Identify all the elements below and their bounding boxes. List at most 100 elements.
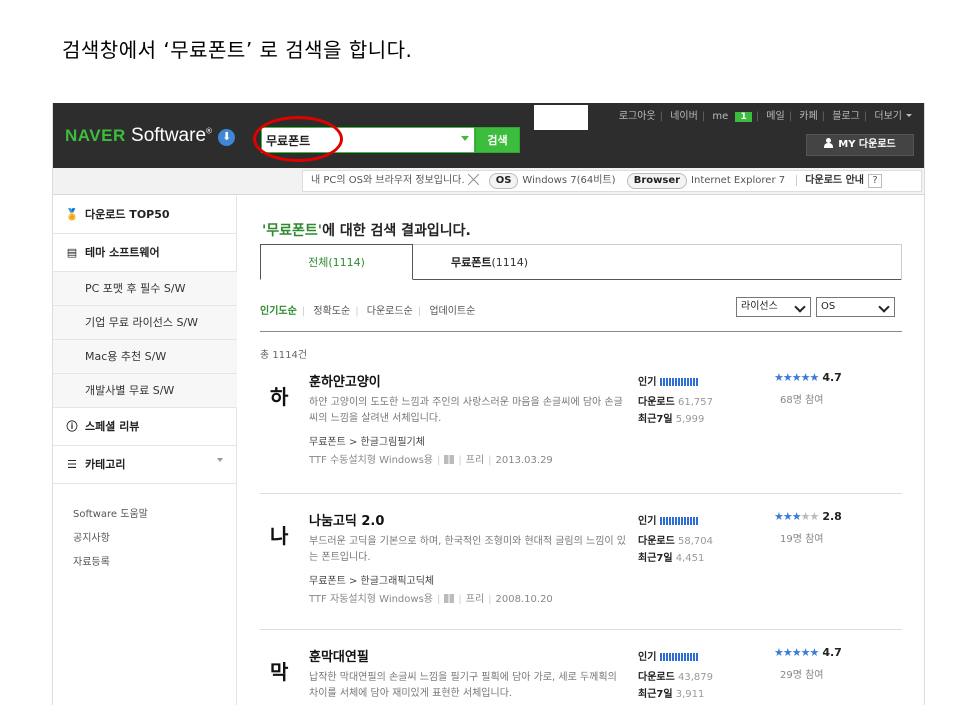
font-preview-glyph: 나 bbox=[270, 524, 289, 548]
chevron-down-icon bbox=[217, 458, 223, 462]
autocomplete-toggle-icon[interactable] bbox=[461, 136, 469, 141]
download-guide-link[interactable]: 다운로드 안내 bbox=[796, 175, 864, 186]
chevron-down-icon bbox=[796, 303, 806, 311]
rating-count: 29명 참여 bbox=[780, 670, 824, 681]
sidebar-subitem-mac[interactable]: Mac용 추천 S/W bbox=[53, 340, 237, 374]
popularity-label: 인기 bbox=[638, 516, 657, 527]
item-category[interactable]: 무료폰트 > 한글그림필기체 bbox=[309, 433, 425, 448]
sidebar-item-label: 다운로드 TOP50 bbox=[85, 208, 170, 221]
recent-label: 최근7일 bbox=[638, 553, 673, 564]
sort-options: 인기도순 | 정확도순 | 다운로드순 | 업데이트순 bbox=[260, 306, 476, 317]
redaction-patch bbox=[534, 105, 588, 130]
tab-all[interactable]: 전체(1114) bbox=[260, 244, 413, 280]
tab-free-font[interactable]: 무료폰트(1114) bbox=[413, 244, 902, 280]
popularity-bar bbox=[660, 517, 699, 525]
item-title[interactable]: 나눔고딕 2.0 bbox=[309, 510, 384, 529]
highlight-circle-annotation bbox=[253, 116, 343, 162]
item-description: 하얀 고양이의 도도한 느낌과 주인의 사랑스러운 마음을 손글씨에 담아 손글… bbox=[309, 397, 623, 424]
close-icon[interactable] bbox=[468, 173, 480, 185]
result-title-text: 에 대한 검색 결과입니다. bbox=[322, 223, 471, 239]
sidebar-subitem-developer[interactable]: 개발사별 무료 S/W bbox=[53, 374, 237, 408]
os-filter-select[interactable]: OS bbox=[816, 297, 895, 317]
help-button[interactable]: ? bbox=[867, 174, 882, 188]
my-download-button[interactable]: MY 다운로드 bbox=[806, 134, 914, 156]
download-label: 다운로드 bbox=[638, 397, 675, 408]
license-type: 프리 bbox=[465, 455, 485, 466]
sidebar: 🏅 다운로드 TOP50 ▤ 테마 소프트웨어 PC 포맷 후 필수 S/W 기업 … bbox=[53, 196, 237, 705]
logout-link[interactable]: 로그아웃 bbox=[619, 111, 656, 122]
star-rating-icon: ★★★★★ bbox=[774, 371, 819, 384]
download-count: 43,879 bbox=[678, 672, 713, 683]
sidebar-link-notice[interactable]: 공지사항 bbox=[73, 529, 110, 544]
star-rating-icon: ★★★★★ bbox=[774, 646, 819, 659]
sidebar-link-submit[interactable]: 자료등록 bbox=[73, 553, 110, 568]
sort-updated[interactable]: 업데이트순 bbox=[429, 306, 475, 317]
system-info-notice: 내 PC의 OS와 브라우저 정보입니다. bbox=[311, 175, 465, 186]
font-preview-glyph: 막 bbox=[270, 660, 289, 684]
popularity-stat: 인기 bbox=[638, 512, 699, 527]
popularity-label: 인기 bbox=[638, 377, 657, 388]
result-keyword: '무료폰트' bbox=[262, 223, 323, 239]
sidebar-item-category[interactable]: ☰ 카테고리 bbox=[53, 446, 237, 484]
sidebar-subitem-pc-format[interactable]: PC 포맷 후 필수 S/W bbox=[53, 272, 237, 306]
license-filter-select[interactable]: 라이선스 bbox=[736, 297, 811, 317]
me-count-badge: 1 bbox=[735, 112, 752, 122]
tab-count: (1114) bbox=[491, 256, 529, 269]
rating-score: 4.7 bbox=[822, 646, 842, 659]
download-stat: 다운로드 61,757 bbox=[638, 393, 713, 408]
rating-count: 19명 참여 bbox=[780, 534, 824, 545]
slide-caption: 검색창에서 ‘무료폰트’ 로 검색을 합니다. bbox=[62, 38, 413, 62]
browser-page: NAVER Software® ⬇ 검색 로그아웃| 네이버| me 1| 메일… bbox=[52, 103, 925, 705]
download-count: 58,704 bbox=[678, 536, 713, 547]
install-type: TTF 수동설치형 Windows용 bbox=[309, 455, 433, 466]
sidebar-item-top50[interactable]: 🏅 다운로드 TOP50 bbox=[53, 196, 237, 234]
sidebar-subitem-enterprise[interactable]: 기업 무료 라이선스 S/W bbox=[53, 306, 237, 340]
divider bbox=[260, 331, 902, 332]
recent-count: 3,911 bbox=[675, 689, 705, 700]
recent-count: 5,999 bbox=[675, 414, 705, 425]
blog-link[interactable]: 블로그 bbox=[832, 111, 860, 122]
os-label: OS bbox=[488, 173, 519, 189]
windows-icon bbox=[444, 455, 455, 464]
sidebar-item-label: 카테고리 bbox=[85, 458, 126, 471]
sidebar-item-special-review[interactable]: ⓘ 스페셜 리뷰 bbox=[53, 408, 237, 446]
logo-reg-mark: ® bbox=[206, 126, 212, 136]
more-link[interactable]: 더보기 bbox=[874, 111, 902, 122]
search-button[interactable]: 검색 bbox=[475, 127, 520, 153]
logo-product: Software bbox=[131, 125, 207, 146]
sidebar-item-theme[interactable]: ▤ 테마 소프트웨어 bbox=[53, 234, 237, 272]
cafe-link[interactable]: 카페 bbox=[799, 111, 817, 122]
my-download-label: MY 다운로드 bbox=[838, 139, 896, 150]
item-description: 납작한 막대연필의 손글씨 느낌을 필기구 필획에 담아 가로, 세로 두께획의… bbox=[309, 672, 617, 699]
sidebar-item-label: 스페셜 리뷰 bbox=[85, 420, 140, 433]
sidebar-link-help[interactable]: Software 도움말 bbox=[73, 505, 148, 520]
list-item: 막 훈막대연필 납작한 막대연필의 손글씨 느낌을 필기구 필획에 담아 가로,… bbox=[260, 646, 902, 705]
item-category[interactable]: 무료폰트 > 한글그래픽고딕체 bbox=[309, 572, 434, 587]
tab-label: 전체 bbox=[308, 256, 329, 269]
os-value: Windows 7(64비트) bbox=[522, 175, 616, 186]
list-item: 하 훈하얀고양이 하얀 고양이의 도도한 느낌과 주인의 사랑스러운 마음을 손… bbox=[260, 371, 902, 481]
top-bar: NAVER Software® ⬇ 검색 로그아웃| 네이버| me 1| 메일… bbox=[53, 103, 924, 168]
divider bbox=[260, 629, 902, 630]
sort-popularity[interactable]: 인기도순 bbox=[260, 306, 297, 317]
system-info-box: 내 PC의 OS와 브라우저 정보입니다. OS Windows 7(64비트) … bbox=[302, 170, 922, 192]
me-link[interactable]: me bbox=[712, 111, 728, 122]
info-icon: ⓘ bbox=[66, 420, 78, 433]
tab-label: 무료폰트 bbox=[451, 256, 492, 269]
mail-link[interactable]: 메일 bbox=[766, 111, 784, 122]
naver-software-logo[interactable]: NAVER Software® ⬇ bbox=[65, 125, 236, 147]
rating: ★★★★★ 4.7 bbox=[774, 646, 842, 659]
download-arrow-icon: ⬇ bbox=[218, 129, 236, 146]
sort-downloads[interactable]: 다운로드순 bbox=[367, 306, 413, 317]
rating-score: 4.7 bbox=[822, 371, 842, 384]
item-title[interactable]: 훈하얀고양이 bbox=[309, 371, 381, 390]
browser-value: Internet Explorer 7 bbox=[691, 175, 786, 186]
list-icon: ☰ bbox=[67, 458, 77, 471]
download-stat: 다운로드 43,879 bbox=[638, 668, 713, 683]
item-title[interactable]: 훈막대연필 bbox=[309, 646, 369, 665]
popularity-stat: 인기 bbox=[638, 373, 699, 388]
naver-link[interactable]: 네이버 bbox=[670, 111, 698, 122]
sort-accuracy[interactable]: 정확도순 bbox=[313, 306, 350, 317]
sidebar-item-label: 테마 소프트웨어 bbox=[85, 246, 160, 259]
font-preview-glyph: 하 bbox=[270, 385, 289, 409]
